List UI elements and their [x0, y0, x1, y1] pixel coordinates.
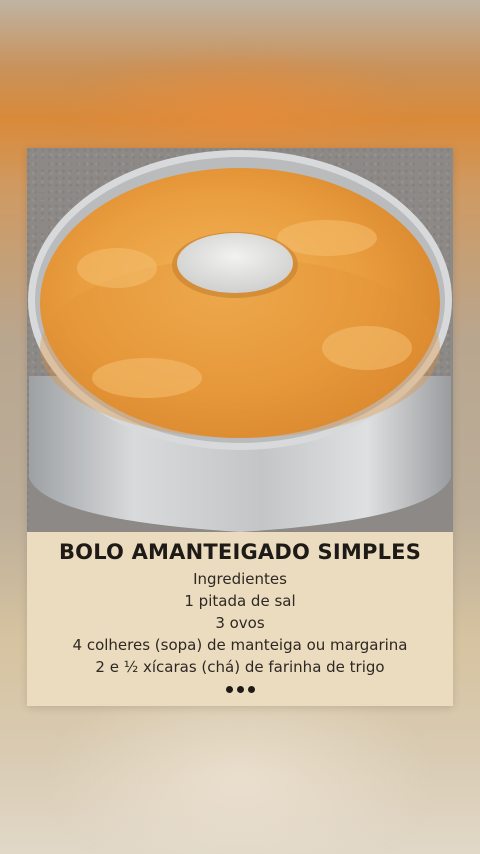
recipe-title: BOLO AMANTEIGADO SIMPLES [58, 540, 422, 564]
ingredient-item: 4 colheres (sopa) de manteiga ou margari… [72, 636, 408, 654]
recipe-caption: BOLO AMANTEIGADO SIMPLES Ingredientes 1 … [27, 532, 453, 706]
ingredient-item: 3 ovos [215, 614, 265, 632]
ingredient-list: Ingredientes 1 pitada de sal 3 ovos 4 co… [27, 568, 453, 678]
ingredient-item: 1 pitada de sal [184, 592, 296, 610]
ellipsis-dot [225, 686, 233, 693]
ellipsis-dot [247, 686, 255, 693]
ellipsis-icon[interactable] [27, 686, 453, 693]
ingredient-item: 2 e ½ xícaras (chá) de farinha de trigo [95, 658, 385, 676]
recipe-card[interactable]: BOLO AMANTEIGADO SIMPLES Ingredientes 1 … [27, 148, 453, 706]
cake-photo [27, 148, 453, 532]
ingredients-heading: Ingredientes [193, 570, 287, 588]
ellipsis-dot [236, 686, 244, 693]
